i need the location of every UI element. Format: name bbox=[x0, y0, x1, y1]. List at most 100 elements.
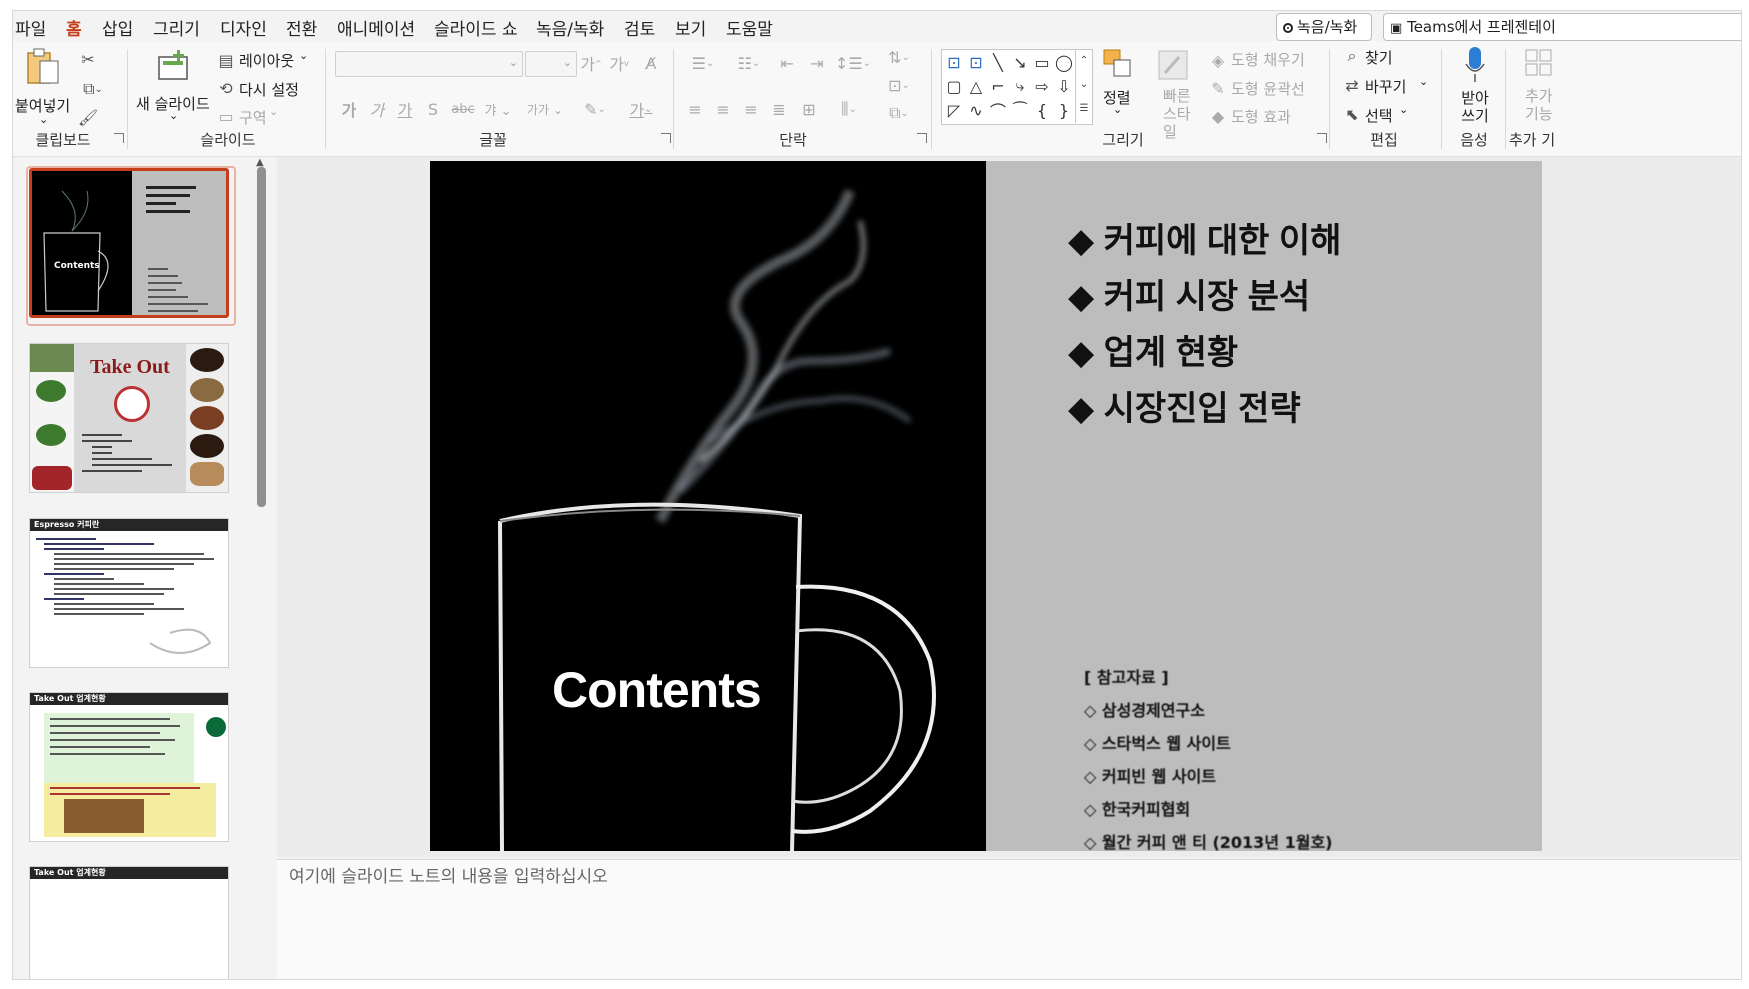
freeform-shape-icon[interactable]: ◸ bbox=[944, 100, 964, 120]
paste-dropdown-icon[interactable]: ⌄ bbox=[39, 113, 48, 126]
menu-view[interactable]: 보기 bbox=[675, 15, 706, 40]
teams-present-button[interactable]: ▣ Teams에서 프레젠테이 bbox=[1383, 13, 1741, 41]
layout-icon[interactable]: ▤ bbox=[217, 51, 235, 70]
notes-pane[interactable]: 여기에 슬라이드 노트의 내용을 입력하십시오 bbox=[277, 859, 1741, 979]
slide-thumbnail-3[interactable]: Espresso 커피란 bbox=[29, 518, 229, 668]
shape-effects-label[interactable]: 도형 효과 bbox=[1231, 106, 1291, 127]
thumbnail-scrollbar[interactable] bbox=[257, 167, 266, 507]
clear-format-icon[interactable]: A̸ bbox=[641, 53, 661, 73]
addins-icon[interactable] bbox=[1523, 47, 1555, 79]
shapes-gallery-scroll[interactable]: ⌃ ⌄ ☰ bbox=[1075, 49, 1092, 123]
menu-record[interactable]: 녹음/녹화 bbox=[536, 15, 604, 40]
left-brace-shape-icon[interactable]: { bbox=[1032, 100, 1052, 120]
bold-icon[interactable]: 가 bbox=[339, 99, 359, 120]
textbox-shape-icon[interactable]: ⊡ bbox=[944, 52, 964, 72]
replace-dropdown-icon[interactable]: ⌄ bbox=[1419, 75, 1428, 88]
select-icon[interactable]: ⬉ bbox=[1343, 105, 1361, 124]
curve-shape-icon[interactable]: ⁀ bbox=[1010, 100, 1030, 120]
font-launcher-icon[interactable] bbox=[661, 133, 671, 143]
rounded-rect-shape-icon[interactable]: ▢ bbox=[944, 76, 964, 96]
clipboard-launcher-icon[interactable] bbox=[114, 133, 124, 143]
elbow-arrow-shape-icon[interactable]: ⤷ bbox=[1010, 76, 1030, 96]
line-shape-icon[interactable]: ╲ bbox=[988, 52, 1008, 72]
section-icon[interactable]: ▭ bbox=[217, 107, 235, 126]
references-list[interactable]: [ 참고자료 ] ◇ 삼성경제연구소 ◇ 스타벅스 웹 사이트 ◇ 커피빈 웹 … bbox=[1084, 661, 1333, 851]
menu-design[interactable]: 디자인 bbox=[220, 15, 267, 40]
select-dropdown-icon[interactable]: ⌄ bbox=[1399, 103, 1408, 116]
paragraph-launcher-icon[interactable] bbox=[917, 133, 927, 143]
increase-font-icon[interactable]: 가 ^ bbox=[580, 53, 601, 74]
menu-help[interactable]: 도움말 bbox=[726, 15, 773, 40]
coffee-cup-image[interactable]: Contents bbox=[430, 161, 986, 851]
numbering-icon[interactable]: ☷ ⌄ bbox=[729, 53, 769, 73]
menu-file[interactable]: 파일 bbox=[15, 15, 46, 40]
highlight-icon[interactable]: ✎ ⌄ bbox=[575, 99, 615, 119]
microphone-icon[interactable] bbox=[1461, 45, 1489, 85]
oval-shape-icon[interactable]: ◯ bbox=[1054, 52, 1074, 72]
right-arrow-shape-icon[interactable]: ⇨ bbox=[1032, 76, 1052, 96]
increase-indent-icon[interactable]: ⇥ bbox=[805, 53, 829, 73]
columns-icon[interactable]: ⫼ ⌄ bbox=[829, 99, 869, 119]
replace-label[interactable]: 바꾸기 bbox=[1365, 76, 1406, 97]
menu-animations[interactable]: 애니메이션 bbox=[337, 15, 415, 40]
menu-slideshow[interactable]: 슬라이드 쇼 bbox=[434, 15, 518, 40]
scroll-up-icon[interactable]: ⌃ bbox=[1076, 49, 1092, 73]
italic-icon[interactable]: 가 bbox=[367, 99, 387, 120]
shapes-gallery[interactable]: ⊡ ⊡ ╲ ↘ ▭ ◯ ▢ △ ⌐ ⤷ ⇨ ⇩ ◸ ∿ ⌒ ⁀ { } bbox=[941, 49, 1093, 125]
new-slide-dropdown-icon[interactable]: ⌄ bbox=[169, 109, 178, 122]
shadow-icon[interactable]: S bbox=[423, 99, 443, 119]
arc-shape-icon[interactable]: ⌒ bbox=[988, 100, 1008, 121]
menu-draw[interactable]: 그리기 bbox=[153, 15, 200, 40]
reset-icon[interactable]: ⟲ bbox=[217, 79, 235, 98]
replace-icon[interactable]: ⇄ bbox=[1343, 76, 1361, 95]
font-color-icon[interactable]: 가 ⌄ bbox=[621, 99, 661, 120]
find-label[interactable]: 찾기 bbox=[1365, 47, 1393, 68]
bullets-icon[interactable]: ☰ ⌄ bbox=[683, 53, 723, 73]
align-center-icon[interactable]: ≡ bbox=[713, 99, 733, 119]
strikethrough-icon[interactable]: abc bbox=[451, 99, 475, 119]
triangle-shape-icon[interactable]: △ bbox=[966, 76, 986, 96]
slide-thumbnail-5[interactable]: Take Out 업계현황 bbox=[29, 866, 229, 979]
change-case-icon[interactable]: 가가 ⌄ bbox=[525, 99, 565, 119]
smartart-icon[interactable]: ⧉ ⌄ bbox=[879, 101, 919, 125]
dictate-label[interactable]: 받아 쓰기 bbox=[1457, 89, 1493, 125]
contents-title[interactable]: Contents bbox=[552, 661, 762, 719]
cut-icon[interactable]: ✂ bbox=[76, 49, 100, 69]
menu-transitions[interactable]: 전환 bbox=[286, 15, 317, 40]
right-brace-shape-icon[interactable]: } bbox=[1054, 100, 1074, 120]
menu-insert[interactable]: 삽입 bbox=[102, 15, 133, 40]
decrease-font-icon[interactable]: 가v bbox=[609, 53, 629, 74]
quick-styles-icon[interactable] bbox=[1157, 49, 1189, 81]
arrow-line-shape-icon[interactable]: ↘ bbox=[1010, 52, 1030, 72]
more-shapes-icon[interactable]: ☰ bbox=[1076, 97, 1092, 121]
paste-icon[interactable] bbox=[23, 45, 63, 89]
agenda-list[interactable]: ◆ 커피에 대한 이해 ◆ 커피 시장 분석 ◆ 업계 현황 ◆ 시장진입 전략 bbox=[1068, 213, 1341, 437]
drawing-launcher-icon[interactable] bbox=[1317, 133, 1327, 143]
shape-effects-icon[interactable]: ◆ bbox=[1209, 107, 1227, 126]
current-slide[interactable]: Contents ◆ 커피에 대한 이해 ◆ 커피 시장 분석 ◆ 업계 현황 … bbox=[430, 161, 1542, 851]
justify-icon[interactable]: ≣ bbox=[769, 99, 789, 119]
menu-home[interactable]: 홈 bbox=[66, 15, 82, 45]
copy-icon[interactable]: ⧉ ⌄ bbox=[76, 79, 110, 99]
slide-thumbnail-4[interactable]: Take Out 업계현황 bbox=[29, 692, 229, 842]
record-button[interactable]: 녹음/녹화 bbox=[1276, 13, 1372, 41]
scribble-shape-icon[interactable]: ∿ bbox=[966, 100, 986, 120]
find-icon[interactable]: ⌕ bbox=[1343, 46, 1361, 65]
align-text-icon[interactable]: ⊡ ⌄ bbox=[879, 73, 919, 97]
shape-fill-label[interactable]: 도형 채우기 bbox=[1231, 49, 1305, 70]
addins-label[interactable]: 추가 기능 bbox=[1525, 87, 1555, 123]
select-label[interactable]: 선택 bbox=[1365, 105, 1393, 126]
char-spacing-icon[interactable]: 갸 ⌄ bbox=[481, 99, 515, 119]
quick-styles-label[interactable]: 빠른 스타일 bbox=[1163, 87, 1203, 141]
shape-outline-icon[interactable]: ✎ bbox=[1209, 79, 1227, 98]
decrease-indent-icon[interactable]: ⇤ bbox=[775, 53, 799, 73]
slide-thumbnail-1[interactable]: Contents bbox=[29, 168, 229, 318]
arrange-icon[interactable] bbox=[1101, 47, 1135, 81]
slide-thumbnail-2[interactable]: Take Out bbox=[29, 343, 229, 493]
layout-dropdown-icon[interactable]: ⌄ bbox=[299, 49, 308, 62]
vertical-textbox-shape-icon[interactable]: ⊡ bbox=[966, 52, 986, 72]
shape-outline-label[interactable]: 도형 윤곽선 bbox=[1231, 78, 1305, 99]
rectangle-shape-icon[interactable]: ▭ bbox=[1032, 52, 1052, 72]
section-dropdown-icon[interactable]: ⌄ bbox=[269, 105, 278, 118]
line-spacing-icon[interactable]: ↕☰ ⌄ bbox=[833, 53, 873, 73]
